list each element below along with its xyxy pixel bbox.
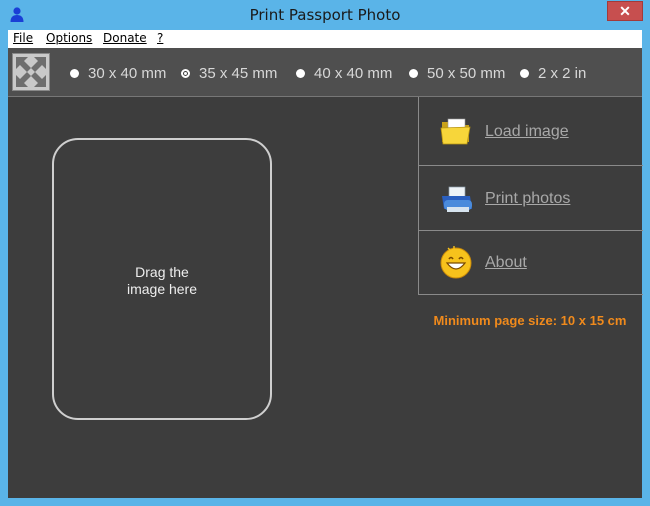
size-label: 2 x 2 in <box>538 64 587 82</box>
size-option-35x45[interactable]: 35 x 45 mm <box>181 64 277 82</box>
print-photos-button[interactable]: Print photos <box>419 166 643 231</box>
window-title: Print Passport Photo <box>249 6 401 24</box>
size-option-2x2in[interactable]: 2 x 2 in <box>520 64 586 82</box>
close-icon: ✕ <box>619 2 631 19</box>
smiley-icon <box>440 246 472 279</box>
drop-hint: Drag the image here <box>54 264 270 298</box>
min-page-size-notice: Minimum page size: 10 x 15 cm <box>433 313 627 328</box>
size-label: 35 x 45 mm <box>199 64 278 82</box>
menu-donate[interactable]: Donate <box>103 31 147 45</box>
size-label: 50 x 50 mm <box>427 64 506 82</box>
menu-file[interactable]: File <box>13 31 33 45</box>
size-label: 40 x 40 mm <box>314 64 393 82</box>
radio-icon[interactable] <box>70 68 79 78</box>
fullscreen-button[interactable] <box>12 53 50 91</box>
main-panel: 30 x 40 mm 35 x 45 mm 40 x 40 mm 50 x 50… <box>8 48 643 498</box>
menu-options[interactable]: Options <box>46 31 92 45</box>
load-image-button[interactable]: Load image <box>419 97 643 166</box>
close-button[interactable]: ✕ <box>607 1 643 21</box>
size-option-50x50[interactable]: 50 x 50 mm <box>409 64 505 82</box>
radio-selected-icon[interactable] <box>181 68 190 78</box>
load-image-label: Load image <box>485 123 569 140</box>
about-button[interactable]: About <box>419 231 643 295</box>
menu-bar: File Options Donate ? <box>8 30 642 48</box>
image-drop-zone[interactable]: Drag the image here <box>52 138 272 420</box>
drop-hint-line1: Drag the <box>135 264 189 280</box>
about-label: About <box>485 254 527 271</box>
radio-icon[interactable] <box>409 68 418 78</box>
menu-help[interactable]: ? <box>157 31 163 45</box>
size-option-40x40[interactable]: 40 x 40 mm <box>296 64 392 82</box>
title-bar[interactable]: Print Passport Photo ✕ <box>0 0 650 30</box>
app-window: Print Passport Photo ✕ File Options Dona… <box>0 0 650 506</box>
expand-arrows-icon <box>13 54 49 90</box>
radio-icon[interactable] <box>296 68 305 78</box>
drop-hint-line2: image here <box>126 281 198 297</box>
printer-icon <box>442 186 472 212</box>
size-option-30x40[interactable]: 30 x 40 mm <box>70 64 166 82</box>
print-photos-label: Print photos <box>485 190 571 207</box>
size-label: 30 x 40 mm <box>88 64 167 82</box>
folder-icon <box>440 118 471 145</box>
size-toolbar: 30 x 40 mm 35 x 45 mm 40 x 40 mm 50 x 50… <box>8 48 642 97</box>
radio-icon[interactable] <box>520 68 529 78</box>
action-panel: Load image Print photos About <box>418 97 643 295</box>
